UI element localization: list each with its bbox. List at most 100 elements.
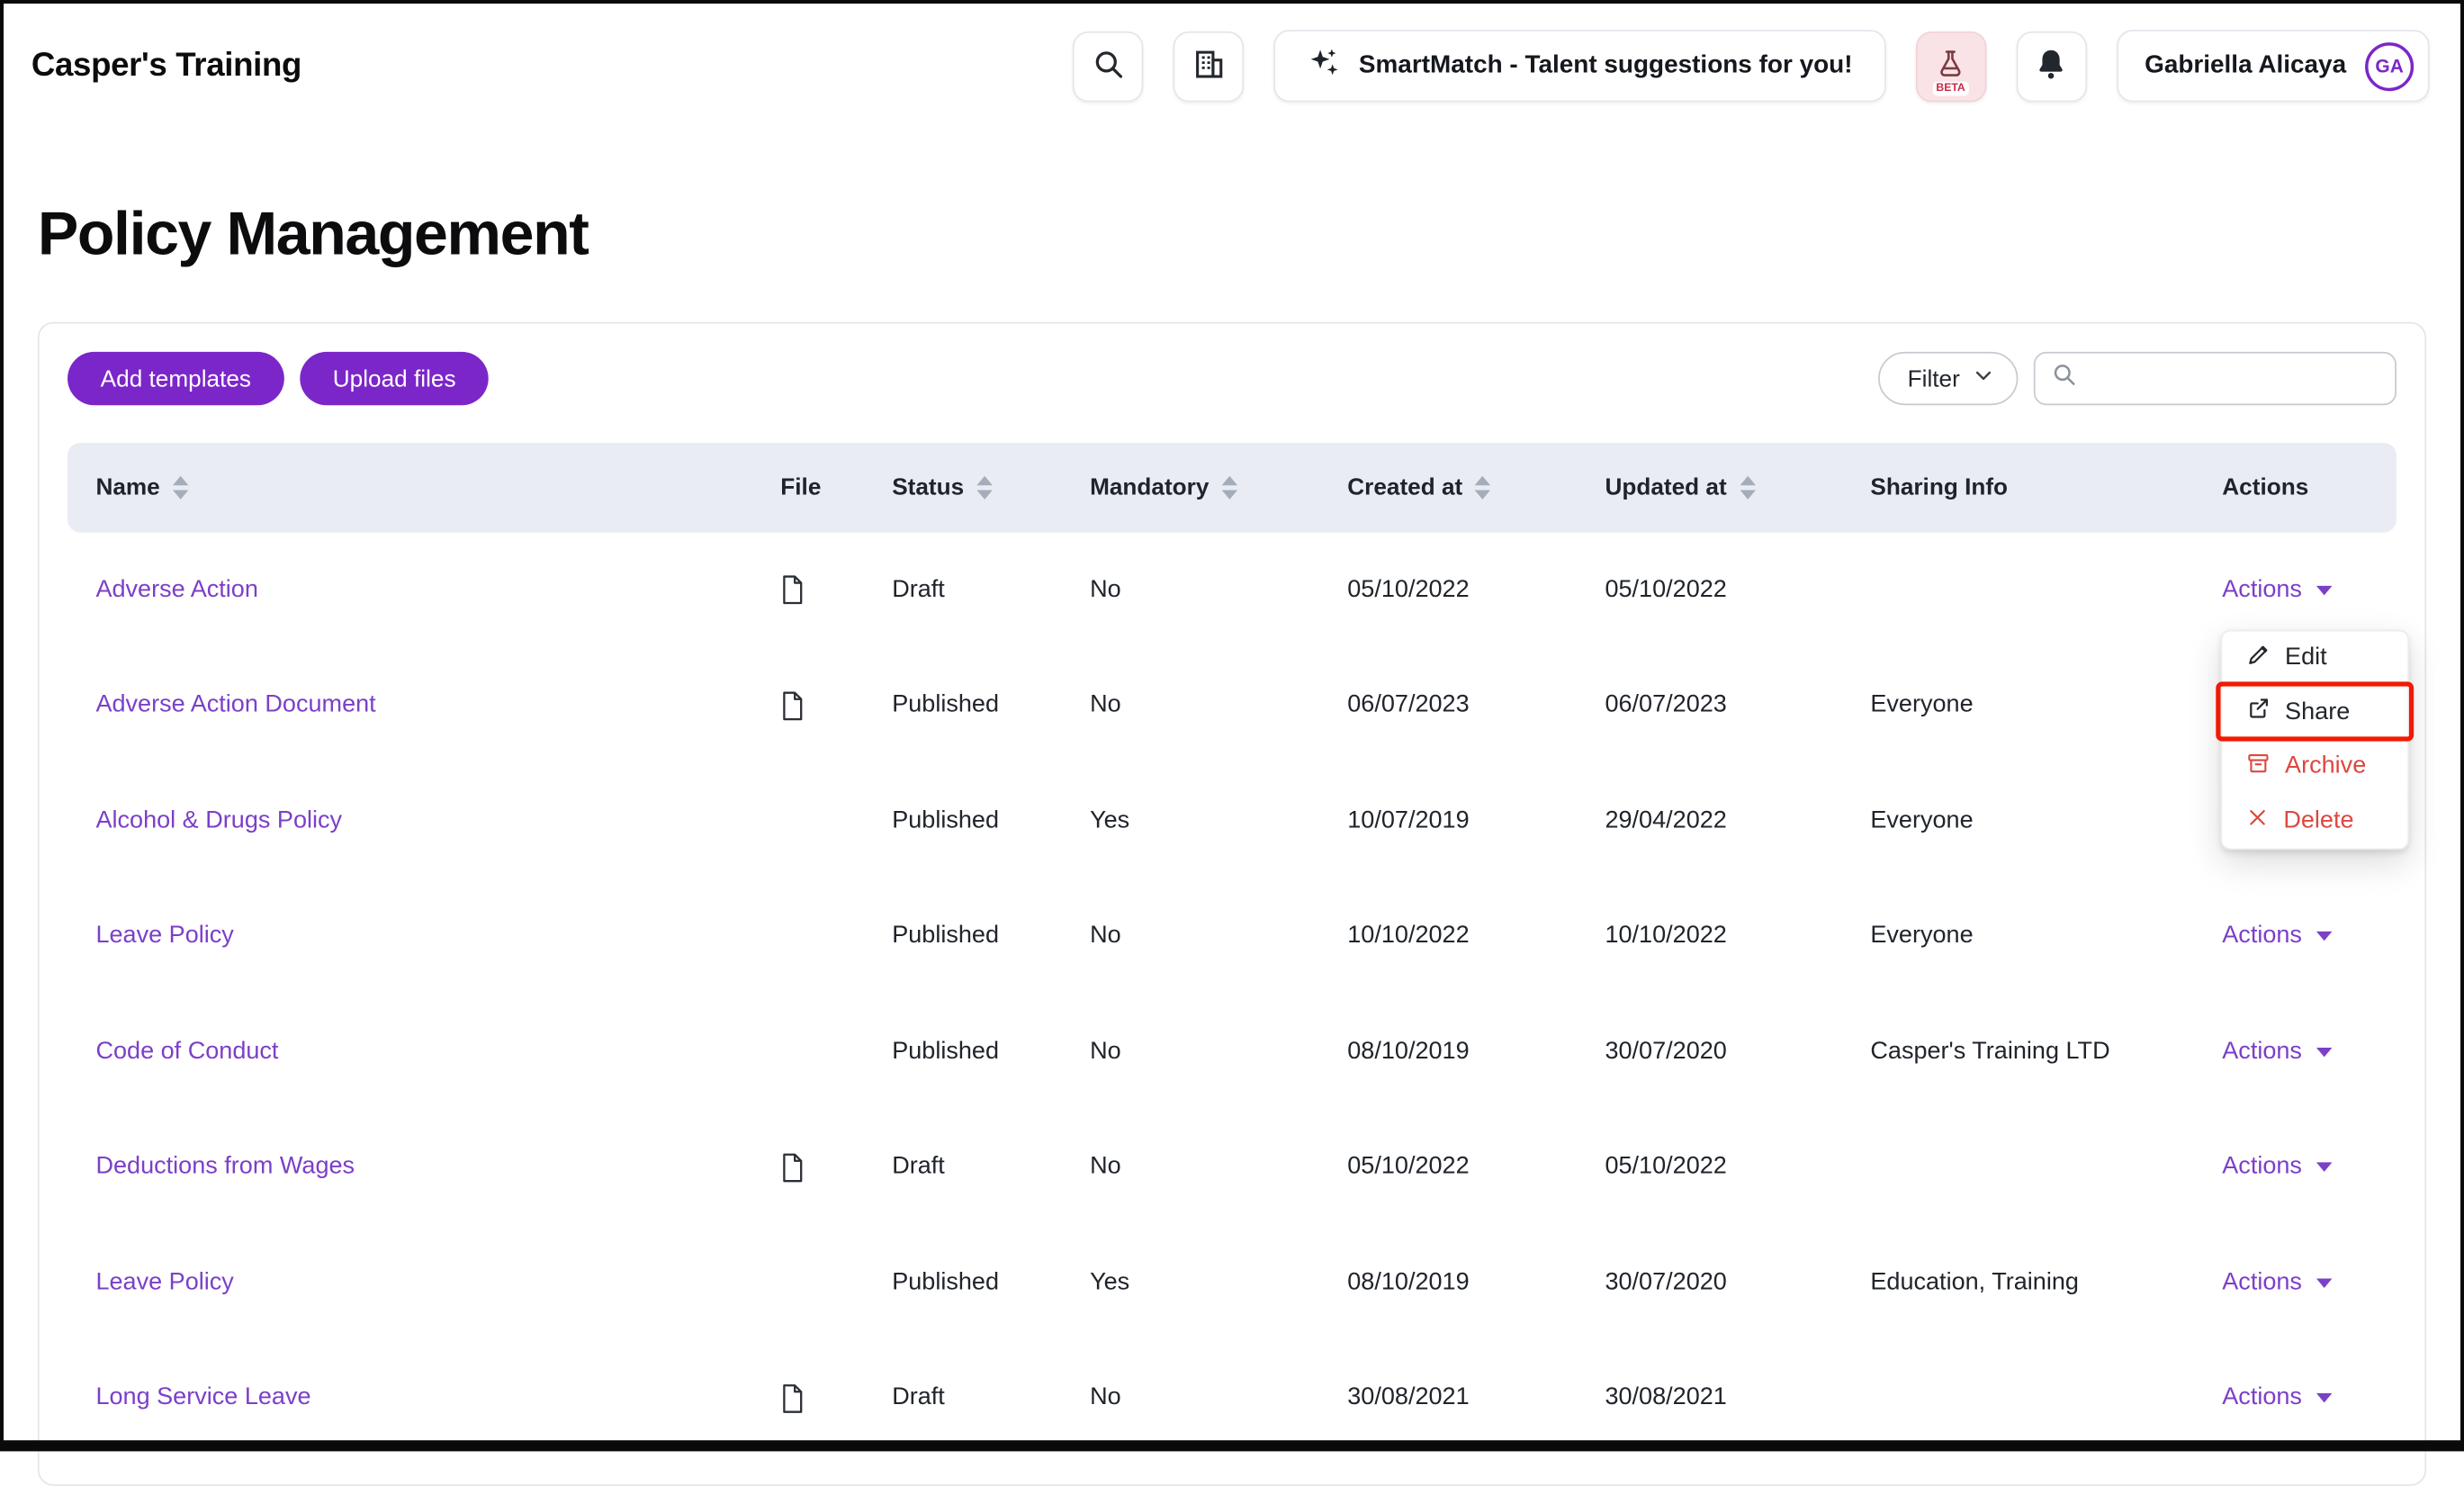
mandatory-cell: No xyxy=(1090,576,1121,603)
top-navbar: Casper's Training SmartMatch - Talent su… xyxy=(0,0,2464,132)
mandatory-cell: No xyxy=(1090,1153,1121,1180)
mandatory-cell: No xyxy=(1090,1038,1121,1065)
column-header-updated-at: Updated at xyxy=(1605,474,1870,501)
mandatory-cell: No xyxy=(1090,1383,1121,1411)
table-row: Alcohol & Drugs Policy Published Yes 10/… xyxy=(67,763,2397,878)
beta-features-button[interactable]: BETA xyxy=(1915,31,1986,102)
user-menu[interactable]: Gabriella Alicaya GA xyxy=(2116,30,2430,103)
column-header-file: File xyxy=(780,474,822,501)
avatar: GA xyxy=(2365,41,2415,91)
table-row: Leave Policy Published Yes 08/10/2019 30… xyxy=(67,1225,2397,1340)
file-cell xyxy=(780,575,892,605)
status-cell: Published xyxy=(892,922,999,950)
updated-at-cell: 06/07/2023 xyxy=(1605,691,1727,718)
app-root: Casper's Training SmartMatch - Talent su… xyxy=(0,0,2464,1486)
menu-item-edit[interactable]: Edit xyxy=(2222,631,2408,686)
navbar-actions: SmartMatch - Talent suggestions for you!… xyxy=(1073,30,2430,103)
sharing-info-cell: Everyone xyxy=(1870,691,1974,718)
filter-button[interactable]: Filter xyxy=(1877,351,2019,406)
file-icon xyxy=(780,690,892,720)
beta-badge: BETA xyxy=(1932,80,1969,95)
menu-item-archive[interactable]: Archive xyxy=(2222,739,2408,795)
name-cell: Alcohol & Drugs Policy xyxy=(67,807,780,835)
updated-at-cell: 30/08/2021 xyxy=(1605,1383,1727,1411)
upload-files-button[interactable]: Upload files xyxy=(300,351,490,406)
archive-icon xyxy=(2245,751,2271,784)
table-row: Deductions from Wages Draft No 05/10/202… xyxy=(67,1110,2397,1225)
sort-icon[interactable] xyxy=(1739,475,1756,500)
status-cell: Published xyxy=(892,806,999,834)
bottom-edge-bar xyxy=(0,1440,2464,1452)
menu-item-share[interactable]: Share xyxy=(2222,685,2408,740)
flask-icon xyxy=(1935,48,1966,84)
smartmatch-button[interactable]: SmartMatch - Talent suggestions for you! xyxy=(1273,30,1886,103)
table-row: Code of Conduct Published No 08/10/2019 … xyxy=(67,995,2397,1110)
caret-down-icon xyxy=(2316,1278,2333,1288)
panel-toolbar: Add templates Upload files Filter xyxy=(67,351,2397,406)
sort-icon[interactable] xyxy=(1221,475,1237,500)
policy-name-link[interactable]: Code of Conduct xyxy=(95,1038,278,1065)
menu-item-delete[interactable]: Delete xyxy=(2222,794,2408,849)
policy-name-link[interactable]: Leave Policy xyxy=(95,923,233,950)
row-actions-button[interactable]: Actions xyxy=(2222,923,2333,950)
file-cell xyxy=(780,690,892,720)
mandatory-cell: Yes xyxy=(1090,1268,1130,1296)
name-cell: Code of Conduct xyxy=(67,1038,780,1066)
policy-panel: Add templates Upload files Filter Name F… xyxy=(37,321,2427,1486)
policy-name-link[interactable]: Deductions from Wages xyxy=(95,1153,355,1180)
actions-cell: Actions xyxy=(2222,1038,2397,1066)
name-cell: Adverse Action Document xyxy=(67,691,780,719)
row-actions-button[interactable]: Actions xyxy=(2222,1153,2333,1181)
sharing-info-cell: Education, Training xyxy=(1870,1268,2079,1296)
actions-cell: Actions xyxy=(2222,576,2397,604)
column-header-mandatory: Mandatory xyxy=(1090,474,1347,501)
policy-name-link[interactable]: Alcohol & Drugs Policy xyxy=(95,807,342,834)
policy-name-link[interactable]: Adverse Action Document xyxy=(95,691,375,718)
pencil-icon xyxy=(2245,642,2271,675)
created-at-cell: 30/08/2021 xyxy=(1347,1383,1470,1411)
name-cell: Deductions from Wages xyxy=(67,1153,780,1181)
table-row: Adverse Action Document Published No 06/… xyxy=(67,648,2397,763)
table-row: Leave Policy Published No 10/10/2022 10/… xyxy=(67,878,2397,994)
add-templates-button[interactable]: Add templates xyxy=(67,351,284,406)
bell-icon xyxy=(2034,46,2068,86)
table-row: Long Service Leave Draft No 30/08/2021 3… xyxy=(67,1340,2397,1455)
updated-at-cell: 30/07/2020 xyxy=(1605,1268,1727,1296)
updated-at-cell: 29/04/2022 xyxy=(1605,806,1727,834)
mandatory-cell: No xyxy=(1090,922,1121,950)
mandatory-cell: No xyxy=(1090,691,1121,718)
policy-name-link[interactable]: Leave Policy xyxy=(95,1269,233,1296)
caret-down-icon xyxy=(2316,585,2333,595)
sort-icon[interactable] xyxy=(1475,475,1491,500)
actions-cell: Actions xyxy=(2222,1269,2397,1297)
organisation-button[interactable] xyxy=(1173,31,1245,102)
smartmatch-label: SmartMatch - Talent suggestions for you! xyxy=(1358,51,1853,79)
mandatory-cell: Yes xyxy=(1090,806,1130,834)
status-cell: Draft xyxy=(892,1383,945,1411)
row-actions-button[interactable]: Actions xyxy=(2222,1384,2333,1412)
sort-icon[interactable] xyxy=(172,475,189,500)
row-actions-button[interactable]: Actions xyxy=(2222,576,2333,604)
policy-name-link[interactable]: Long Service Leave xyxy=(95,1384,310,1411)
column-header-status: Status xyxy=(892,474,1090,501)
search-icon xyxy=(2051,361,2078,395)
sharing-info-cell: Casper's Training LTD xyxy=(1870,1038,2110,1065)
name-cell: Leave Policy xyxy=(67,1269,780,1297)
notifications-button[interactable] xyxy=(2016,31,2087,102)
caret-down-icon xyxy=(2316,1047,2333,1057)
search-input[interactable] xyxy=(2088,365,2379,392)
actions-dropdown-menu: Edit Share Archive Delete xyxy=(2220,629,2409,851)
table-header: Name File Status Mandatory Created at Up… xyxy=(67,443,2397,533)
policy-name-link[interactable]: Adverse Action xyxy=(95,576,257,603)
updated-at-cell: 05/10/2022 xyxy=(1605,1153,1727,1180)
row-actions-button[interactable]: Actions xyxy=(2222,1269,2333,1297)
actions-cell: Actions xyxy=(2222,1384,2397,1412)
column-header-name: Name xyxy=(67,474,780,501)
created-at-cell: 05/10/2022 xyxy=(1347,576,1470,603)
sparkles-icon xyxy=(1307,45,1341,87)
global-search-button[interactable] xyxy=(1073,31,1144,102)
company-logo: Casper's Training xyxy=(31,47,302,84)
sort-icon[interactable] xyxy=(976,475,993,500)
status-cell: Published xyxy=(892,691,999,718)
row-actions-button[interactable]: Actions xyxy=(2222,1038,2333,1066)
